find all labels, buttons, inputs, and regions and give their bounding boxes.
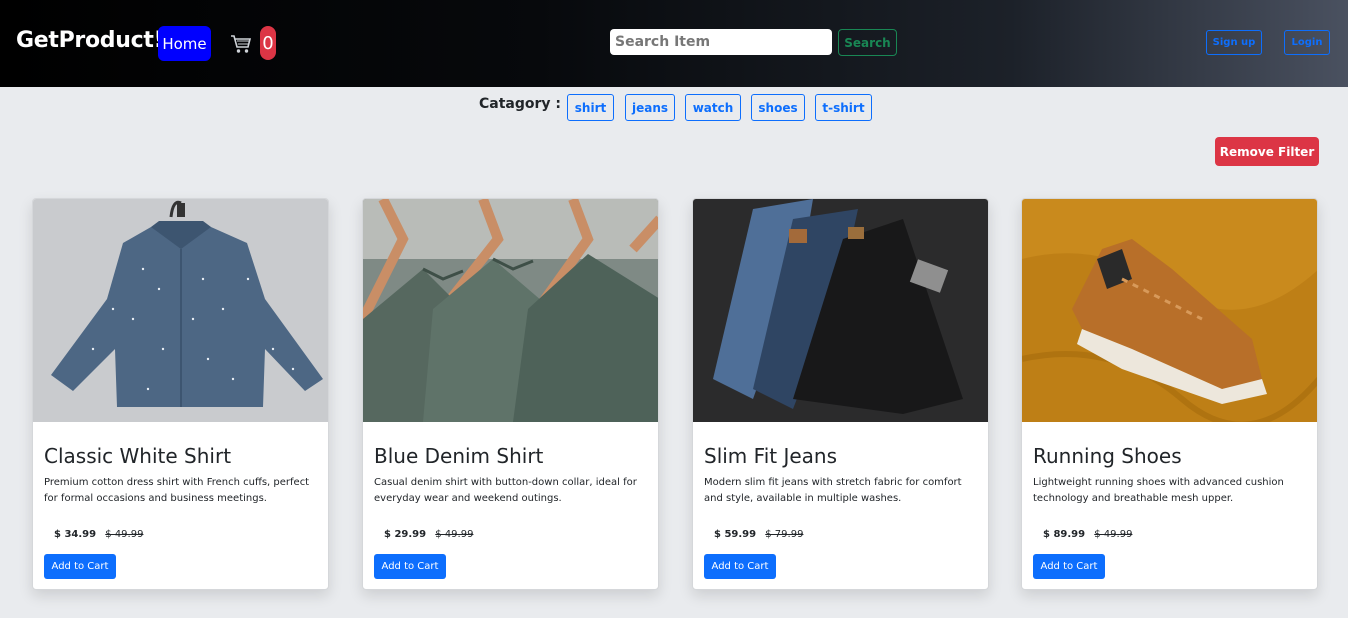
navbar: GetProduct! Home 0 Search Sign up Login: [0, 0, 1348, 87]
category-shirt-button[interactable]: shirt: [567, 94, 614, 121]
category-tshirt-button[interactable]: t-shirt: [815, 94, 872, 121]
product-image-shirt[interactable]: [33, 199, 328, 422]
product-description: Modern slim fit jeans with stretch fabri…: [704, 477, 962, 504]
login-button[interactable]: Login: [1284, 30, 1330, 55]
price-row: $ 89.99 $ 49.99: [1043, 529, 1132, 540]
home-button[interactable]: Home: [158, 26, 211, 61]
product-description: Premium cotton dress shirt with French c…: [44, 477, 310, 504]
add-to-cart-button[interactable]: Add to Cart: [44, 554, 116, 579]
product-price: $ 29.99: [384, 529, 427, 540]
product-old-price: $ 49.99: [435, 529, 474, 540]
add-to-cart-button[interactable]: Add to Cart: [704, 554, 776, 579]
product-title[interactable]: Running Shoes: [1033, 444, 1182, 468]
search-button[interactable]: Search: [838, 29, 897, 56]
remove-filter-button[interactable]: Remove Filter: [1215, 137, 1319, 166]
product-old-price: $ 49.99: [105, 529, 144, 540]
product-card: Classic White Shirt Premium cotton dress…: [32, 198, 329, 590]
product-old-price: $ 49.99: [1094, 529, 1133, 540]
product-image-jeans[interactable]: [693, 199, 988, 422]
product-title[interactable]: Blue Denim Shirt: [374, 444, 543, 468]
product-price: $ 89.99: [1043, 529, 1086, 540]
product-card: Running Shoes Lightweight running shoes …: [1021, 198, 1318, 590]
product-description: Lightweight running shoes with advanced …: [1033, 477, 1284, 504]
product-description: Casual denim shirt with button-down coll…: [374, 477, 637, 504]
price-row: $ 29.99 $ 49.99: [384, 529, 473, 540]
category-label: Catagory :: [479, 96, 562, 112]
product-card: Blue Denim Shirt Casual denim shirt with…: [362, 198, 659, 590]
price-row: $ 59.99 $ 79.99: [714, 529, 803, 540]
product-title[interactable]: Classic White Shirt: [44, 444, 231, 468]
category-jeans-button[interactable]: jeans: [625, 94, 675, 121]
price-row: $ 34.99 $ 49.99: [54, 529, 143, 540]
add-to-cart-button[interactable]: Add to Cart: [1033, 554, 1105, 579]
product-old-price: $ 79.99: [765, 529, 804, 540]
cart-count-badge[interactable]: 0: [260, 26, 276, 60]
category-shoes-button[interactable]: shoes: [751, 94, 805, 121]
category-watch-button[interactable]: watch: [685, 94, 741, 121]
product-title[interactable]: Slim Fit Jeans: [704, 444, 837, 468]
product-image-sneaker[interactable]: [1022, 199, 1317, 422]
brand-logo[interactable]: GetProduct!: [16, 28, 164, 53]
product-price: $ 59.99: [714, 529, 757, 540]
product-price: $ 34.99: [54, 529, 97, 540]
product-card: Slim Fit Jeans Modern slim fit jeans wit…: [692, 198, 989, 590]
add-to-cart-button[interactable]: Add to Cart: [374, 554, 446, 579]
signup-button[interactable]: Sign up: [1206, 30, 1262, 55]
search-input[interactable]: [610, 29, 832, 55]
product-image-shirts-on-hangers[interactable]: [363, 199, 658, 422]
cart-icon[interactable]: [230, 33, 252, 55]
